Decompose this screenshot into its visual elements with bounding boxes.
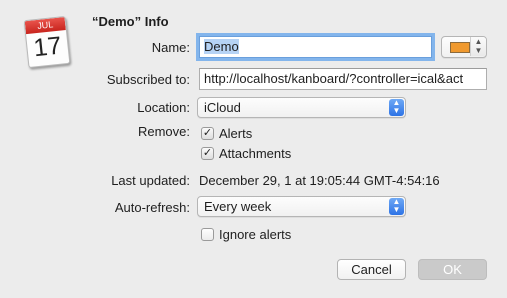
cancel-button[interactable]: Cancel <box>337 259 406 280</box>
autorefresh-label: Auto-refresh: <box>114 200 190 215</box>
remove-label: Remove: <box>137 124 190 139</box>
name-field[interactable]: Demo <box>199 36 432 58</box>
ignore-alerts-checkbox[interactable] <box>201 228 214 241</box>
color-swatch <box>450 42 470 53</box>
calendar-color-popup[interactable]: ▲ ▼ <box>441 36 487 58</box>
calendar-icon-day: 17 <box>32 31 63 63</box>
subscribed-url-field[interactable]: http://localhost/kanboard/?controller=ic… <box>199 68 487 90</box>
location-popup[interactable]: iCloud ▲ ▼ <box>197 97 406 118</box>
location-value: iCloud <box>204 100 241 115</box>
name-label: Name: <box>151 40 190 55</box>
chevron-updown-icon: ▲ ▼ <box>389 198 404 215</box>
location-label: Location: <box>137 100 190 115</box>
calendar-app-icon: JUL 17 <box>20 14 71 69</box>
name-value: Demo <box>204 39 239 54</box>
last-updated-label: Last updated: <box>111 173 190 188</box>
chevron-updown-icon: ▲ ▼ <box>470 37 486 56</box>
remove-attachments-checkbox[interactable]: ✓ <box>201 147 214 160</box>
chevron-updown-icon: ▲ ▼ <box>389 99 404 116</box>
remove-alerts-checkbox[interactable]: ✓ <box>201 127 214 140</box>
autorefresh-value: Every week <box>204 199 272 214</box>
remove-alerts-label[interactable]: Alerts <box>219 126 252 141</box>
dialog-title: “Demo” Info <box>92 14 169 29</box>
ok-button[interactable]: OK <box>418 259 487 280</box>
subscribed-url-value: http://localhost/kanboard/?controller=ic… <box>204 71 464 86</box>
last-updated-value: December 29, 1 at 19:05:44 GMT-4:54:16 <box>199 173 440 188</box>
autorefresh-popup[interactable]: Every week ▲ ▼ <box>197 196 406 217</box>
ignore-alerts-label[interactable]: Ignore alerts <box>219 227 291 242</box>
subscribed-label: Subscribed to: <box>106 72 190 87</box>
remove-attachments-label[interactable]: Attachments <box>219 146 291 161</box>
